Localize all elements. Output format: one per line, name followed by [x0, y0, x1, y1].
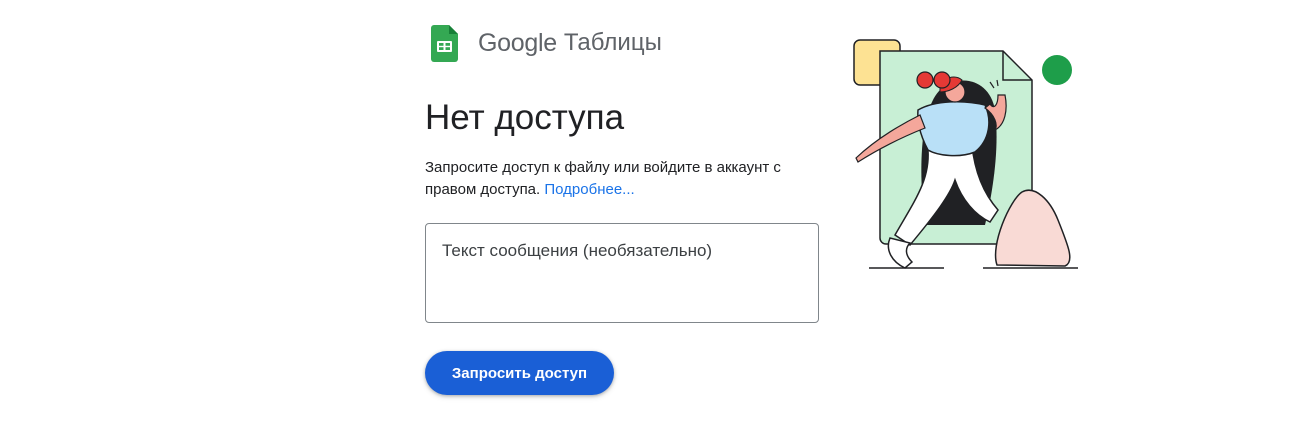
person-torso-shape [917, 100, 990, 157]
learn-more-link[interactable]: Подробнее... [544, 181, 634, 198]
shoe-shape [887, 237, 914, 269]
access-denied-page: Google Таблицы Нет доступа Запросите дос… [0, 0, 1313, 432]
green-dot-shape [1042, 55, 1072, 85]
brand-header: Google Таблицы [431, 24, 662, 62]
hair-bun-shape [916, 71, 934, 89]
page-title: Нет доступа [425, 98, 625, 137]
hair-bun-shape [933, 71, 951, 89]
google-wordmark: Google [478, 28, 557, 57]
message-field[interactable] [425, 223, 819, 323]
google-sheets-icon [431, 24, 458, 62]
request-access-button[interactable]: Запросить доступ [425, 351, 614, 395]
product-name: Таблицы [563, 29, 662, 56]
access-illustration [853, 39, 1078, 269]
description: Запросите доступ к файлу или войдите в а… [425, 157, 825, 201]
